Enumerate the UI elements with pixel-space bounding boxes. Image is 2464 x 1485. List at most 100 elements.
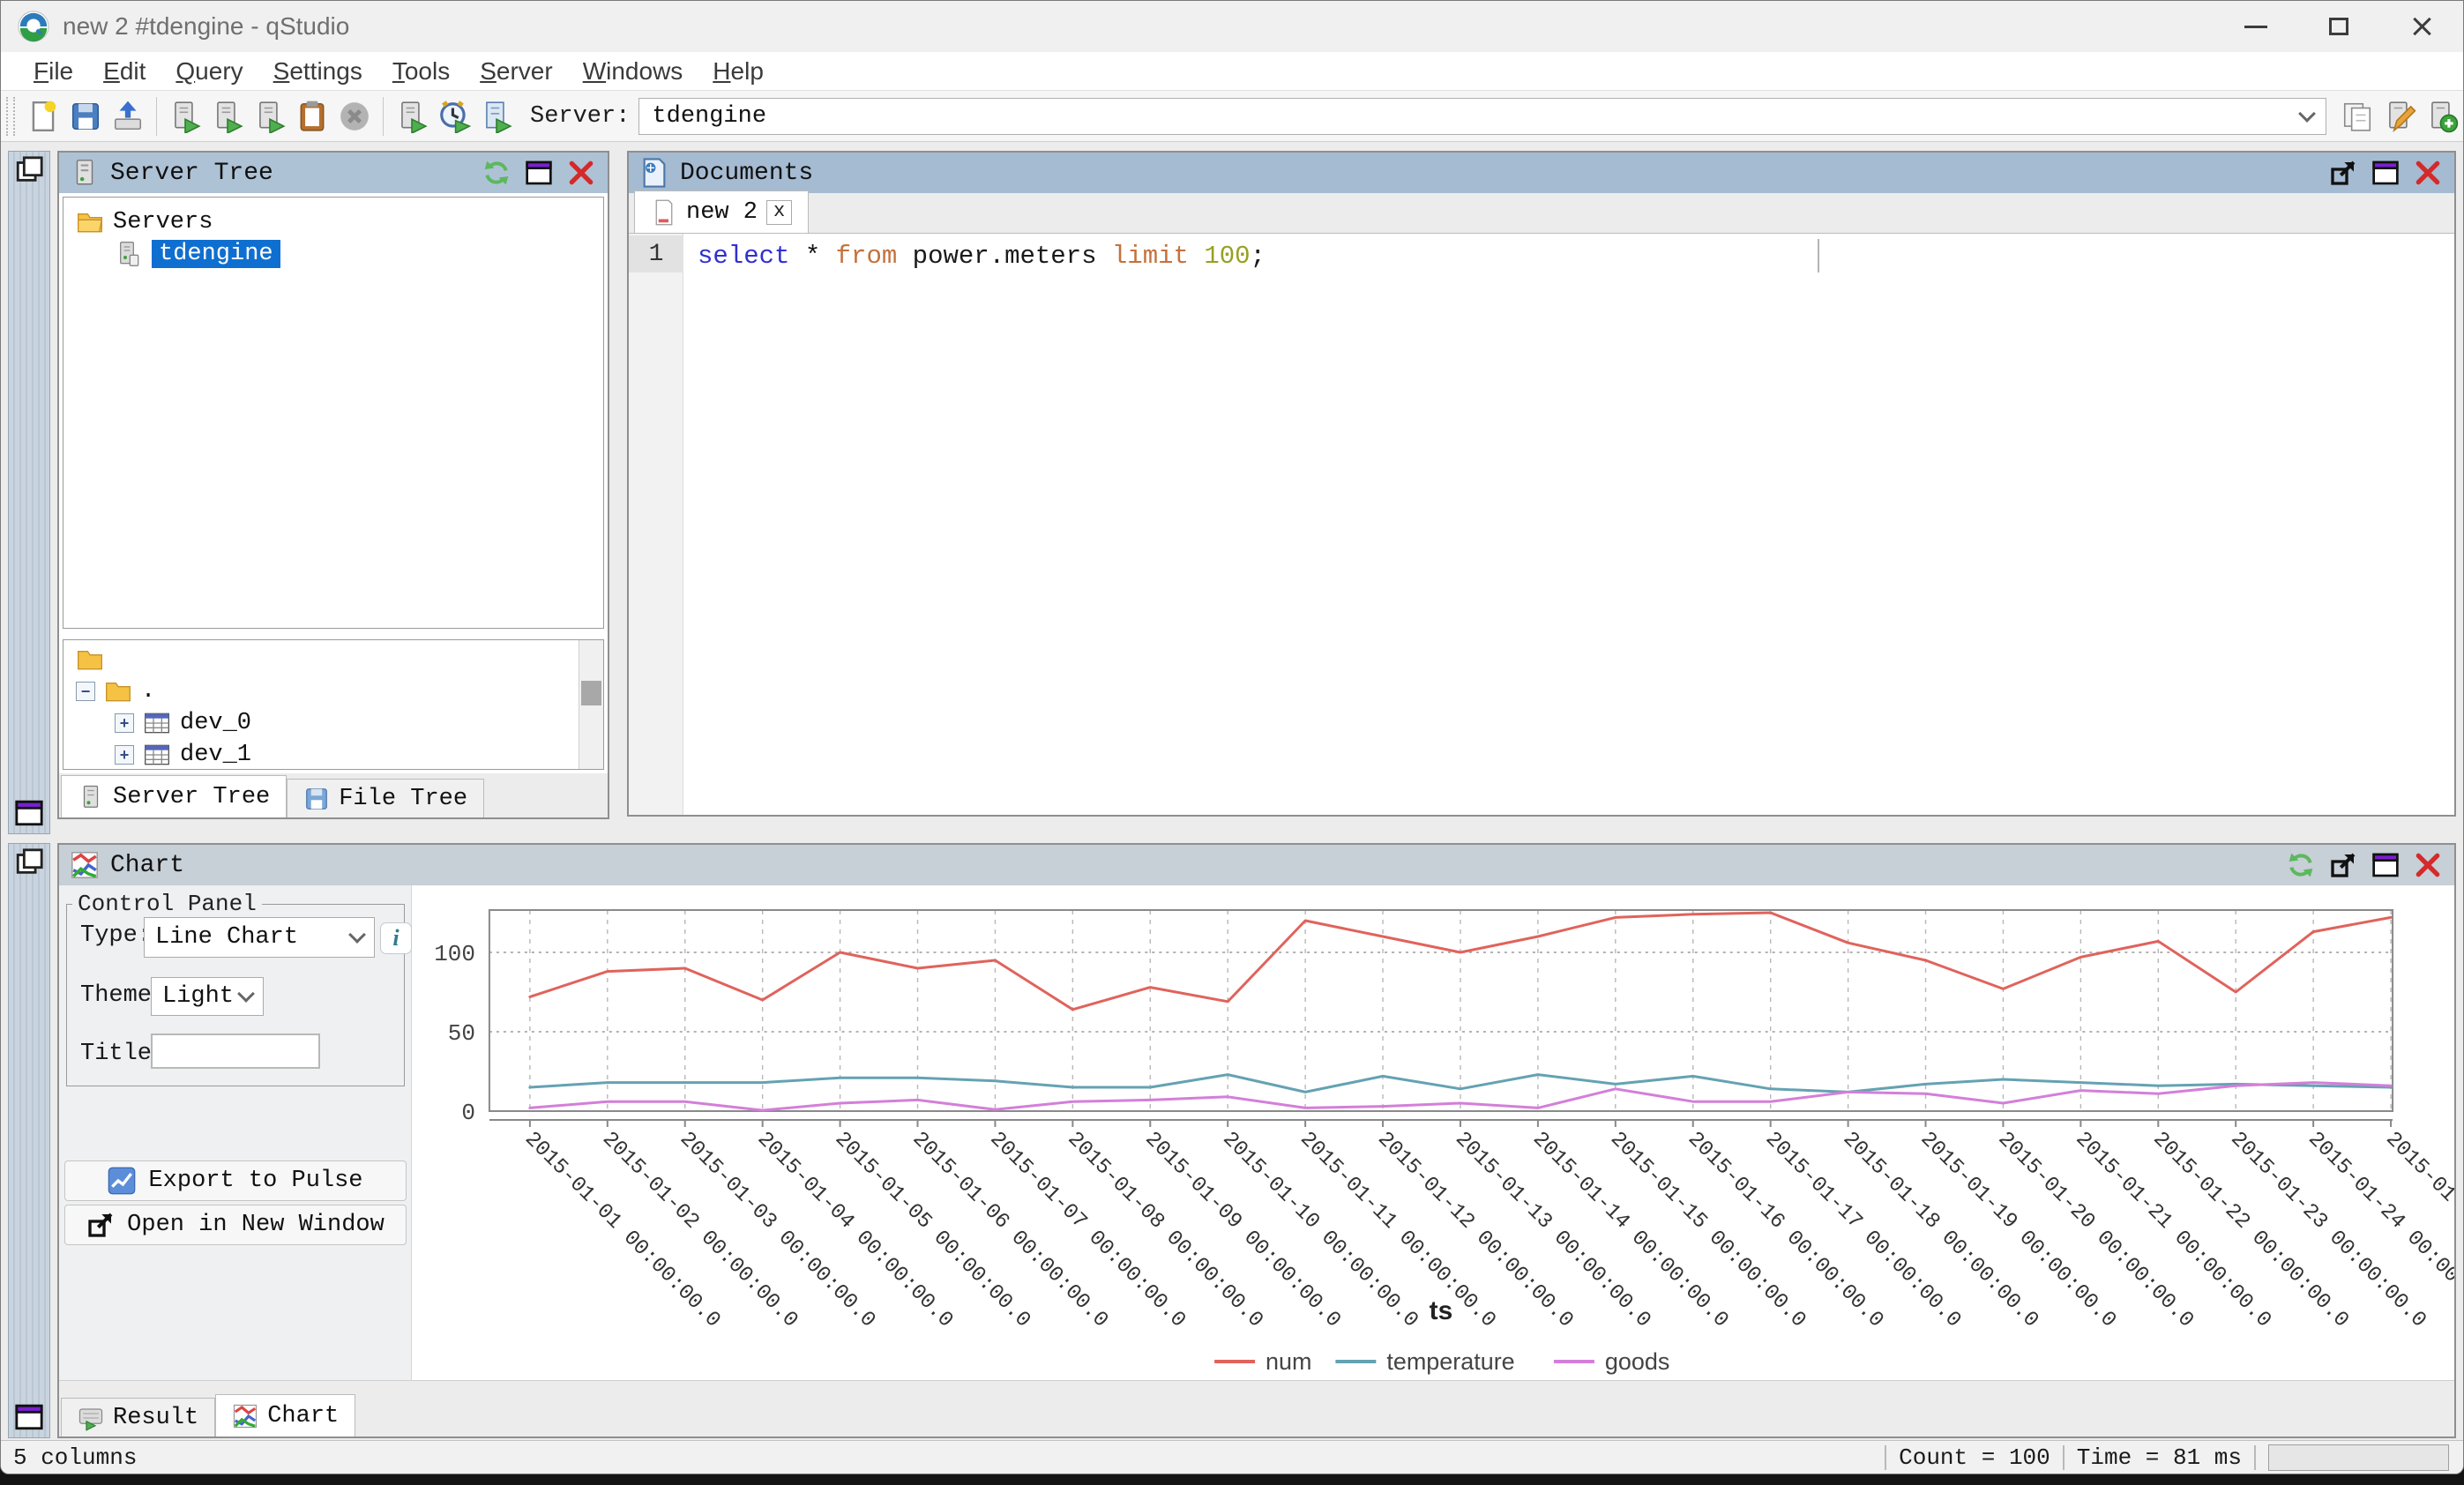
type-combo-value: Line Chart <box>155 924 298 951</box>
tab-chart[interactable]: Chart <box>215 1394 355 1436</box>
folder-icon <box>76 645 104 674</box>
menu-file[interactable]: File <box>19 57 88 86</box>
paste-run-button[interactable] <box>292 96 332 137</box>
server-tree-title: Server Tree <box>110 160 273 187</box>
chart-header: Chart <box>59 845 2454 885</box>
close-icon <box>2411 16 2432 37</box>
menu-server[interactable]: Server <box>465 57 567 86</box>
menu-settings[interactable]: Settings <box>258 57 377 86</box>
menu-windows[interactable]: Windows <box>568 57 698 86</box>
table-icon <box>143 741 171 769</box>
maximize-panel-button[interactable] <box>2370 849 2401 881</box>
sql-editor[interactable]: 1 select * from power.meters limit 100; <box>629 234 2454 815</box>
open-button[interactable] <box>108 96 148 137</box>
collapse-icon[interactable]: − <box>76 682 95 701</box>
export-to-pulse-button[interactable]: Export to Pulse <box>64 1160 407 1201</box>
open-in-new-window-button[interactable]: Open in New Window <box>64 1205 407 1245</box>
popout-icon <box>2329 851 2357 879</box>
scrollbar-thumb[interactable] <box>581 681 601 705</box>
minimize-button[interactable] <box>2214 1 2297 52</box>
menu-help[interactable]: Help <box>698 57 779 86</box>
status-separator <box>1885 1445 1886 1470</box>
tree-item-servers[interactable]: Servers <box>63 206 603 238</box>
add-server-button[interactable] <box>2422 96 2462 137</box>
line-chart[interactable]: 2015-01-01 00:00:00.02015-01-02 00:00:00… <box>412 885 2454 1380</box>
copy-documents-button[interactable] <box>2337 96 2378 137</box>
minimize-icon <box>2244 26 2267 28</box>
maximize-panel-button[interactable] <box>2370 157 2401 189</box>
left-dock-strip-bottom[interactable] <box>8 843 50 1438</box>
chart-icon <box>70 850 100 880</box>
save-icon <box>69 100 102 133</box>
maximize-icon <box>2329 18 2348 35</box>
menu-tools[interactable]: Tools <box>377 57 465 86</box>
tree-item-dev1[interactable]: + dev_1 <box>63 739 603 770</box>
run-selection-button[interactable] <box>250 96 290 137</box>
tab-server-tree[interactable]: Server Tree <box>61 775 287 817</box>
close-panel-button[interactable] <box>2412 157 2444 189</box>
table-icon <box>143 709 171 737</box>
tab-new-2[interactable]: new 2 x <box>634 190 809 233</box>
tab-file-tree[interactable]: File Tree <box>287 779 484 817</box>
new-document-button[interactable] <box>23 96 63 137</box>
window-icon <box>14 1402 44 1432</box>
run-query-button[interactable] <box>165 96 205 137</box>
tab-result[interactable]: Result <box>61 1398 215 1436</box>
run-script-button[interactable] <box>476 96 517 137</box>
svg-text:num: num <box>1266 1348 1311 1375</box>
chart-title-input[interactable] <box>151 1034 320 1069</box>
run-line-button[interactable] <box>207 96 248 137</box>
toolbar-drag-handle[interactable] <box>6 97 15 136</box>
tree-item-root-folder[interactable] <box>63 644 603 675</box>
close-panel-button[interactable] <box>2412 849 2444 881</box>
close-panel-button[interactable] <box>565 157 597 189</box>
close-panel-icon <box>567 159 595 187</box>
schedule-query-button[interactable] <box>434 96 474 137</box>
maximize-panel-button[interactable] <box>523 157 555 189</box>
refresh-button[interactable] <box>2285 849 2317 881</box>
svg-text:ts: ts <box>1430 1296 1453 1325</box>
stop-query-button[interactable] <box>334 96 375 137</box>
left-dock-strip-top[interactable] <box>8 151 50 834</box>
send-server-button[interactable] <box>392 96 432 137</box>
popout-icon <box>2329 159 2357 187</box>
save-button[interactable] <box>65 96 106 137</box>
chart-info-button[interactable]: i <box>380 922 412 954</box>
tree-item-dot-folder[interactable]: − . <box>63 675 603 707</box>
tree-scrollbar[interactable] <box>579 640 603 769</box>
documents-title: Documents <box>680 160 813 187</box>
menu-edit[interactable]: Edit <box>88 57 161 86</box>
expand-icon[interactable]: + <box>115 745 134 765</box>
type-combo[interactable]: Line Chart <box>144 917 375 958</box>
tab-label: new 2 <box>686 199 758 226</box>
svg-text:50: 50 <box>448 1020 475 1047</box>
theme-combo[interactable]: Light <box>151 977 264 1016</box>
popout-button[interactable] <box>2327 849 2359 881</box>
tab-label: Result <box>113 1405 198 1431</box>
menu-query[interactable]: Query <box>161 57 258 86</box>
stacked-windows-icon <box>14 847 44 877</box>
popout-button[interactable] <box>2327 157 2359 189</box>
tab-close-button[interactable]: x <box>766 200 792 225</box>
close-panel-icon <box>2414 851 2442 879</box>
menu-bar: File Edit Query Settings Tools Server Wi… <box>1 52 2463 91</box>
status-columns: 5 columns <box>13 1444 137 1471</box>
refresh-button[interactable] <box>481 157 512 189</box>
maximize-panel-icon <box>2371 851 2400 879</box>
tree-item-label: Servers <box>113 209 213 235</box>
theme-combo-value: Light <box>162 983 234 1010</box>
status-separator <box>2063 1445 2065 1470</box>
tree-item-tdengine[interactable]: tdengine <box>63 238 603 270</box>
close-button[interactable] <box>2380 1 2463 52</box>
maximize-button[interactable] <box>2297 1 2380 52</box>
server-combo[interactable]: tdengine <box>638 98 2326 135</box>
folder-open-icon <box>76 208 104 236</box>
expand-icon[interactable]: + <box>115 713 134 733</box>
qstudio-logo-icon <box>17 10 50 43</box>
chart-panel: Chart Control Panel Type: <box>57 843 2456 1438</box>
edit-server-button[interactable] <box>2379 96 2420 137</box>
status-time: Time = 81 ms <box>2077 1444 2242 1471</box>
server-edit-icon <box>2383 100 2416 133</box>
tree-item-dev0[interactable]: + dev_0 <box>63 707 603 739</box>
run-server-icon <box>168 100 202 133</box>
